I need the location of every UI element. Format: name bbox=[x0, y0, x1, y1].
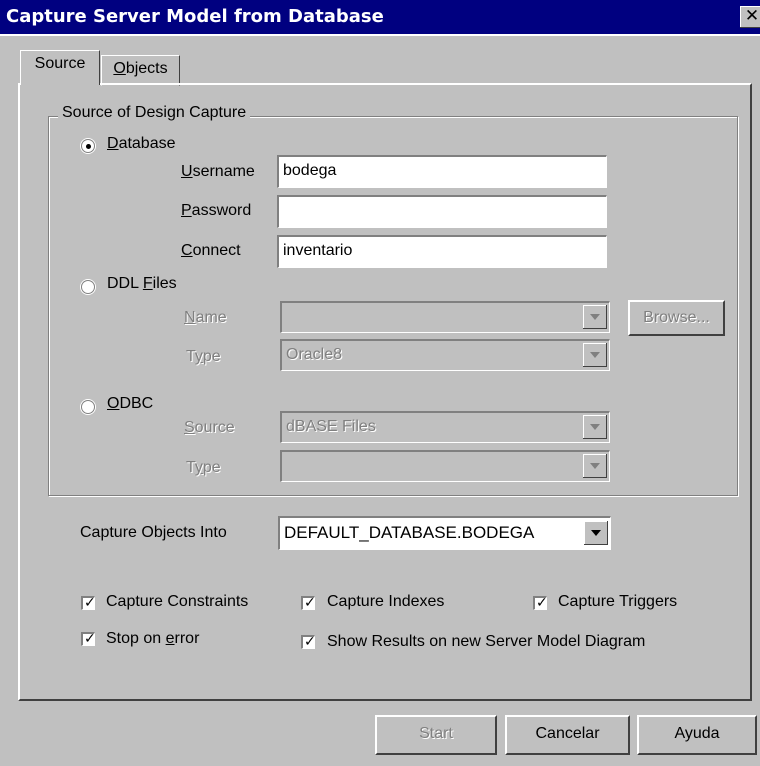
odbc-source-label: Source bbox=[184, 419, 235, 436]
capture-constraints-label[interactable]: Capture Constraints bbox=[106, 593, 248, 611]
show-results-label[interactable]: Show Results on new Server Model Diagram bbox=[327, 633, 645, 651]
source-group-legend: Source of Design Capture bbox=[58, 104, 251, 122]
ddl-type-combo[interactable]: Oracle8 bbox=[280, 339, 610, 371]
ddl-name-combo[interactable] bbox=[280, 301, 610, 333]
ddl-type-label: Type bbox=[186, 348, 221, 365]
radio-selected-dot bbox=[86, 144, 91, 149]
stop-on-error-checkbox[interactable]: ✓ bbox=[81, 631, 96, 647]
odbc-type-label: Type bbox=[186, 459, 221, 476]
chevron-down-icon[interactable] bbox=[583, 454, 607, 478]
capture-triggers-label[interactable]: Capture Triggers bbox=[558, 593, 677, 611]
password-field[interactable] bbox=[277, 195, 607, 228]
username-label: Username bbox=[181, 163, 255, 180]
help-button[interactable]: Ayuda bbox=[637, 715, 757, 755]
capture-into-label: Capture Objects Into bbox=[80, 524, 227, 541]
username-field[interactable]: bodega bbox=[277, 155, 607, 188]
ddl-type-value: Oracle8 bbox=[286, 346, 343, 363]
stop-on-error-label[interactable]: Stop on error bbox=[106, 630, 199, 648]
ddl-files-radio[interactable] bbox=[82, 281, 94, 293]
check-icon: ✓ bbox=[536, 595, 548, 611]
title-separator bbox=[0, 34, 760, 36]
capture-into-combo[interactable]: DEFAULT_DATABASE.BODEGA bbox=[278, 516, 611, 550]
chevron-down-icon[interactable] bbox=[583, 343, 607, 367]
start-button[interactable]: Start bbox=[375, 715, 497, 755]
tab-source[interactable]: Source bbox=[20, 50, 100, 85]
check-icon: ✓ bbox=[84, 631, 96, 647]
database-radio[interactable] bbox=[82, 140, 94, 152]
close-icon: ✕ bbox=[744, 6, 760, 26]
cancel-button[interactable]: Cancelar bbox=[505, 715, 630, 755]
chevron-down-icon[interactable] bbox=[583, 415, 607, 439]
connect-label: Connect bbox=[181, 242, 241, 259]
chevron-down-icon[interactable] bbox=[584, 521, 608, 545]
odbc-radio[interactable] bbox=[82, 401, 94, 413]
close-button[interactable]: ✕ bbox=[740, 6, 760, 28]
show-results-checkbox[interactable]: ✓ bbox=[301, 634, 316, 650]
title-bar: Capture Server Model from Database ✕ bbox=[0, 0, 760, 34]
chevron-down-icon[interactable] bbox=[583, 305, 607, 329]
odbc-source-combo[interactable]: dBASE Files bbox=[280, 411, 610, 443]
capture-indexes-checkbox[interactable]: ✓ bbox=[301, 595, 316, 611]
capture-into-value: DEFAULT_DATABASE.BODEGA bbox=[284, 523, 535, 542]
window-title: Capture Server Model from Database bbox=[6, 6, 384, 27]
capture-constraints-checkbox[interactable]: ✓ bbox=[81, 595, 96, 611]
ddl-name-label: Name bbox=[184, 309, 227, 326]
browse-button[interactable]: Browse... bbox=[628, 300, 725, 336]
odbc-radio-label[interactable]: ODBC bbox=[107, 395, 153, 413]
capture-triggers-checkbox[interactable]: ✓ bbox=[533, 595, 548, 611]
odbc-source-value: dBASE Files bbox=[286, 418, 376, 435]
tab-source-label: Source bbox=[34, 55, 86, 72]
connect-field[interactable]: inventario bbox=[277, 235, 607, 268]
database-radio-label[interactable]: Database bbox=[107, 135, 176, 153]
check-icon: ✓ bbox=[304, 634, 316, 650]
ddl-files-radio-label[interactable]: DDL Files bbox=[107, 275, 177, 293]
tab-objects[interactable]: Objects bbox=[101, 55, 180, 86]
tab-objects-label: Objects bbox=[113, 60, 168, 77]
check-icon: ✓ bbox=[84, 595, 96, 611]
capture-indexes-label[interactable]: Capture Indexes bbox=[327, 593, 444, 611]
check-icon: ✓ bbox=[304, 595, 316, 611]
password-label: Password bbox=[181, 202, 252, 219]
odbc-type-combo[interactable] bbox=[280, 450, 610, 482]
